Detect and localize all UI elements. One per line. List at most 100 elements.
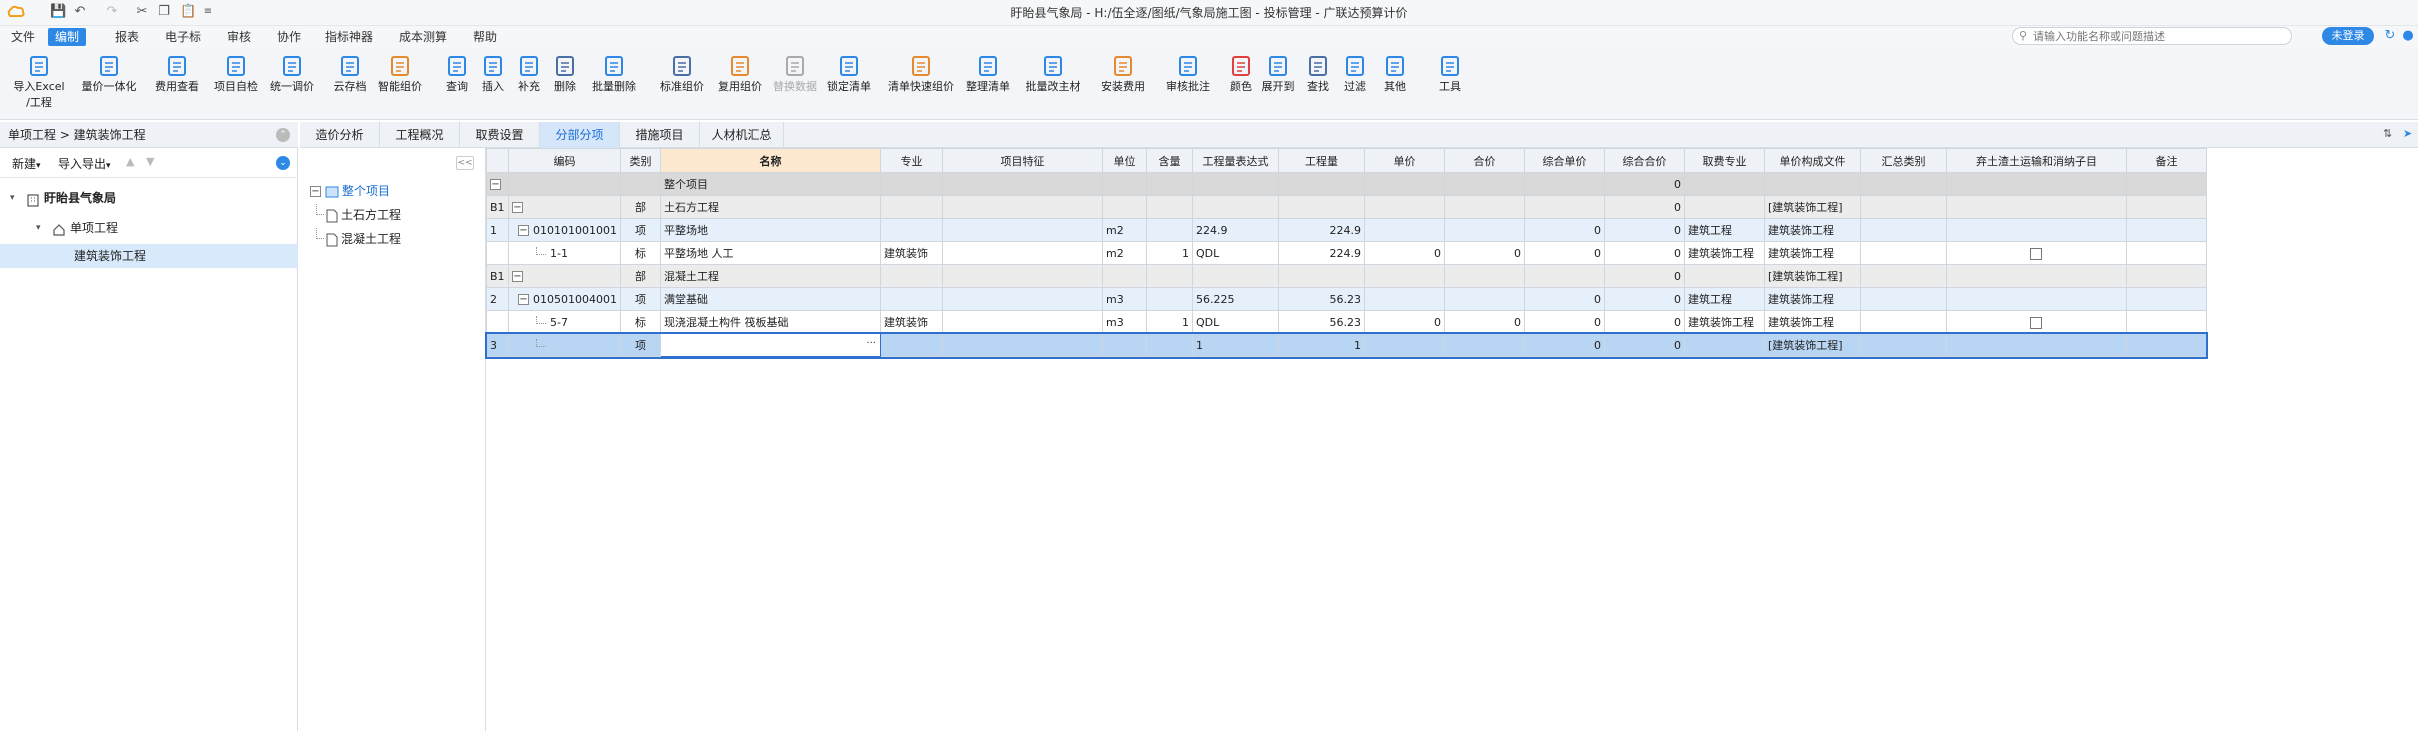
tool-find-button[interactable]: 查找 [1302, 52, 1334, 116]
cell-unit[interactable] [1101, 195, 1147, 219]
column-header-unit-price[interactable]: 单价 [1363, 148, 1445, 173]
tab-cost-analysis[interactable]: 造价分析 [300, 122, 380, 148]
cell-row-number[interactable]: B1 [486, 195, 509, 219]
tool-query-button[interactable]: 查询 [442, 52, 472, 116]
cell-type[interactable] [619, 172, 661, 196]
cell-price-composition-file[interactable]: 建筑装饰工程 [1763, 218, 1861, 242]
tool-expand-to-button[interactable]: 展开到 [1258, 52, 1298, 116]
menu-index[interactable]: 指标神器 [318, 28, 380, 46]
expand-caret-icon[interactable]: ▾ [10, 186, 15, 210]
tool-supplement-button[interactable]: 补充 [514, 52, 544, 116]
cell-row-number[interactable]: − [486, 172, 509, 196]
table-row[interactable]: B1− 部 混凝土工程 0 [建筑装饰工程] [486, 264, 2207, 288]
cell-composite-total[interactable]: 0 [1603, 241, 1685, 265]
cell-composite-total[interactable]: 0 [1603, 264, 1685, 288]
column-header-code[interactable]: 编码 [508, 148, 621, 173]
cell-code[interactable] [508, 172, 621, 196]
download-icon[interactable]: ⌄ [276, 156, 290, 170]
tab-bill-items[interactable]: 分部分项 [540, 122, 620, 148]
collapse-toggle-icon[interactable]: − [512, 271, 523, 282]
cell-composite-total[interactable]: 0 [1603, 195, 1685, 219]
cell-name[interactable]: 满堂基础 [659, 287, 881, 311]
customize-icon[interactable]: ≡ [200, 4, 216, 20]
cell-waste-transport-subitem[interactable] [1945, 241, 2127, 265]
cell-remarks[interactable] [2125, 218, 2207, 242]
cut-icon[interactable]: ✂ [134, 4, 150, 20]
cell-code[interactable]: −010101001001 [508, 218, 621, 242]
cell-composite-unit-price[interactable]: 0 [1523, 218, 1605, 242]
cell-code[interactable]: 5-7 [508, 310, 621, 334]
table-row[interactable]: 5-7 标 现浇混凝土构件 筏板基础 建筑装饰 m3 1 QDL 56.23 0 0 0 0 建筑装饰工… [486, 310, 2207, 334]
cell-qty-expression[interactable] [1191, 195, 1279, 219]
copy-icon[interactable]: ❐ [156, 4, 172, 20]
column-header-price-composition-file[interactable]: 单价构成文件 [1763, 148, 1861, 173]
tool-batch-delete-button[interactable]: 批量删除 [588, 52, 640, 116]
column-header-fee-specialty[interactable]: 取费专业 [1683, 148, 1765, 173]
cell-fee-specialty[interactable] [1683, 172, 1765, 196]
cell-remarks[interactable] [2125, 195, 2207, 219]
cell-summary-type[interactable] [1859, 264, 1947, 288]
collapse-panel-button[interactable]: << [456, 156, 474, 170]
split-view-icon[interactable]: ⇅ [2383, 127, 2397, 141]
cell-row-number[interactable] [486, 310, 509, 334]
table-row[interactable]: 3 项 ··· 1 1 0 0 [建筑装饰工程] [484, 331, 2209, 359]
menu-edit[interactable]: 编制 [48, 28, 87, 46]
cell-specialty[interactable] [879, 264, 943, 288]
cell-features[interactable] [941, 218, 1103, 242]
cell-price-composition-file[interactable]: 建筑装饰工程 [1763, 287, 1861, 311]
cell-code[interactable]: − [508, 195, 621, 219]
column-header-remarks[interactable]: 备注 [2125, 148, 2207, 173]
cell-remarks[interactable] [2125, 264, 2207, 288]
tree-node-unit-project[interactable]: 建筑装饰工程 [0, 244, 298, 268]
cell-unit[interactable] [1101, 172, 1147, 196]
tool-filter-button[interactable]: 过滤 [1340, 52, 1370, 116]
cell-total-price[interactable]: 0 [1443, 241, 1525, 265]
cell-quantity[interactable] [1277, 172, 1365, 196]
collapse-toggle-icon[interactable]: − [518, 225, 529, 236]
menu-e-bid[interactable]: 电子标 [158, 28, 208, 46]
cell-name[interactable]: 平整场地 [659, 218, 881, 242]
cell-composite-total[interactable]: 0 [1603, 287, 1685, 311]
column-header-row-number[interactable] [486, 148, 509, 173]
cell-unit[interactable]: m3 [1101, 310, 1147, 334]
cell-total-price[interactable] [1443, 218, 1525, 242]
cell-composite-total[interactable]: 0 [1603, 310, 1685, 334]
cell-composite-unit-price[interactable]: 0 [1523, 310, 1605, 334]
cell-summary-type[interactable] [1859, 333, 1947, 357]
menu-collab[interactable]: 协作 [270, 28, 308, 46]
cell-qty-expression[interactable]: QDL [1191, 241, 1279, 265]
cell-content[interactable] [1145, 218, 1193, 242]
cell-waste-transport-subitem[interactable] [1945, 172, 2127, 196]
cell-unit[interactable]: m2 [1101, 241, 1147, 265]
menu-review[interactable]: 审核 [220, 28, 258, 46]
cell-waste-transport-subitem[interactable] [1945, 310, 2127, 334]
user-icon[interactable]: ● [2400, 28, 2416, 44]
cell-unit-price[interactable]: 0 [1363, 241, 1445, 265]
refresh-icon[interactable]: ↻ [2382, 28, 2398, 44]
cell-summary-type[interactable] [1859, 310, 1947, 334]
menu-cost-calc[interactable]: 成本测算 [392, 28, 454, 46]
cell-code[interactable]: − [508, 264, 621, 288]
cell-unit[interactable]: m2 [1101, 218, 1147, 242]
login-button[interactable]: 未登录 [2322, 27, 2374, 45]
cell-features[interactable] [941, 310, 1103, 334]
cell-waste-transport-subitem[interactable] [1945, 218, 2127, 242]
collapse-toggle-icon[interactable]: − [310, 186, 321, 197]
expand-caret-icon[interactable]: ▾ [36, 216, 41, 240]
cell-fee-specialty[interactable]: 建筑工程 [1683, 218, 1765, 242]
column-header-name[interactable]: 名称 [659, 148, 881, 173]
column-header-type[interactable]: 类别 [619, 148, 661, 173]
cell-composite-unit-price[interactable]: 0 [1523, 333, 1605, 357]
tool-tools-button[interactable]: 工具 [1430, 52, 1470, 116]
tab-fee-settings[interactable]: 取费设置 [460, 122, 540, 148]
tool-insert-button[interactable]: 插入 [478, 52, 508, 116]
cell-total-price[interactable]: 0 [1443, 310, 1525, 334]
cell-features[interactable] [941, 241, 1103, 265]
move-down-icon[interactable]: ▼ [146, 155, 154, 168]
cell-fee-specialty[interactable]: 建筑装饰工程 [1683, 241, 1765, 265]
tool-quantity-price-button[interactable]: 量价一体化 [72, 52, 146, 116]
cell-name[interactable]: 混凝土工程 [659, 264, 881, 288]
cell-qty-expression[interactable]: 56.225 [1191, 287, 1279, 311]
tool-color-button[interactable]: 颜色 [1228, 52, 1254, 116]
tool-standard-pricing-button[interactable]: 标准组价 [656, 52, 708, 116]
